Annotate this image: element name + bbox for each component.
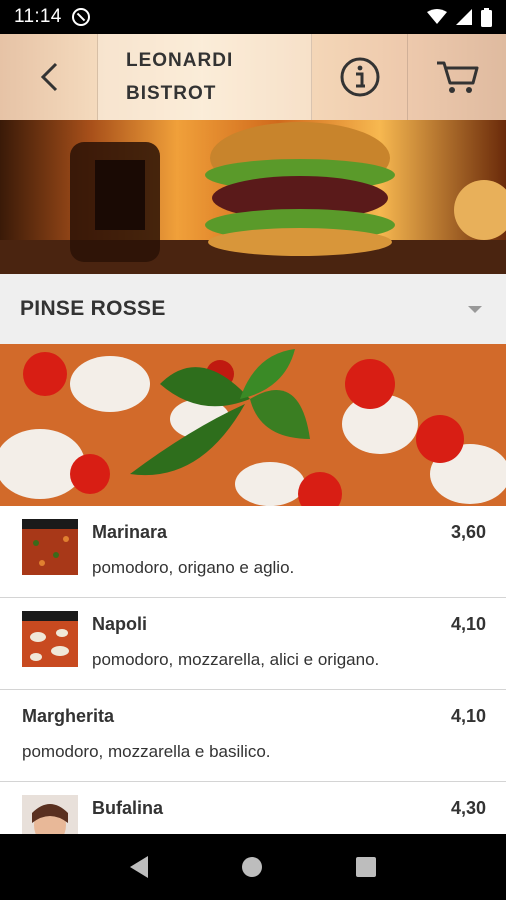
- navigation-bar: [0, 834, 506, 900]
- item-thumbnail: [22, 519, 78, 575]
- do-not-disturb-icon: [71, 8, 90, 26]
- nav-recents-icon[interactable]: [356, 857, 376, 877]
- info-button[interactable]: [312, 34, 408, 120]
- menu-item-margherita[interactable]: Margherita 4,10 pomodoro, mozzarella e b…: [0, 690, 506, 782]
- restaurant-title: LEONARDI BISTROT: [98, 34, 312, 120]
- battery-icon: [481, 7, 492, 27]
- item-description: pomodoro, mozzarella e basilico.: [22, 742, 271, 761]
- item-name: Marinara: [92, 522, 168, 542]
- banner-image: [0, 120, 506, 274]
- menu-list: Marinara 3,60 pomodoro, origano e aglio.…: [0, 506, 506, 834]
- item-price: 4,10: [450, 706, 486, 726]
- menu-item-marinara[interactable]: Marinara 3,60 pomodoro, origano e aglio.: [0, 506, 506, 598]
- item-price: 3,60: [450, 522, 486, 542]
- menu-item-bufalina[interactable]: Bufalina 4,30: [0, 782, 506, 834]
- back-button[interactable]: [0, 34, 98, 120]
- back-arrow-icon: [40, 62, 57, 92]
- cart-button[interactable]: [408, 34, 506, 120]
- item-name: Napoli: [92, 614, 148, 634]
- status-icons: [427, 7, 492, 27]
- cart-icon: [437, 61, 479, 93]
- nav-home-icon[interactable]: [242, 857, 262, 877]
- title-line-1: LEONARDI: [126, 50, 234, 71]
- category-image: [0, 344, 506, 506]
- wifi-icon: [427, 9, 447, 24]
- item-name: Margherita: [22, 706, 115, 726]
- menu-item-napoli[interactable]: Napoli 4,10 pomodoro, mozzarella, alici …: [0, 598, 506, 690]
- item-description: pomodoro, mozzarella, alici e origano.: [92, 650, 380, 669]
- status-time: 11:14: [14, 6, 62, 27]
- status-bar: 11:14: [0, 0, 506, 34]
- dropdown-arrow-icon: [468, 305, 482, 313]
- app-header: LEONARDI BISTROT: [0, 34, 506, 120]
- category-name: PINSE ROSSE: [20, 297, 166, 320]
- item-price: 4,10: [450, 614, 486, 634]
- nav-back-icon[interactable]: [130, 856, 148, 878]
- item-description: pomodoro, origano e aglio.: [92, 558, 295, 577]
- signal-icon: [456, 9, 472, 25]
- title-line-2: BISTROT: [126, 83, 217, 104]
- item-name: Bufalina: [92, 798, 164, 818]
- item-price: 4,30: [450, 798, 486, 818]
- info-icon: [340, 57, 379, 97]
- category-header[interactable]: PINSE ROSSE: [0, 274, 506, 344]
- item-thumbnail: [22, 611, 78, 667]
- item-thumbnail: [22, 795, 78, 834]
